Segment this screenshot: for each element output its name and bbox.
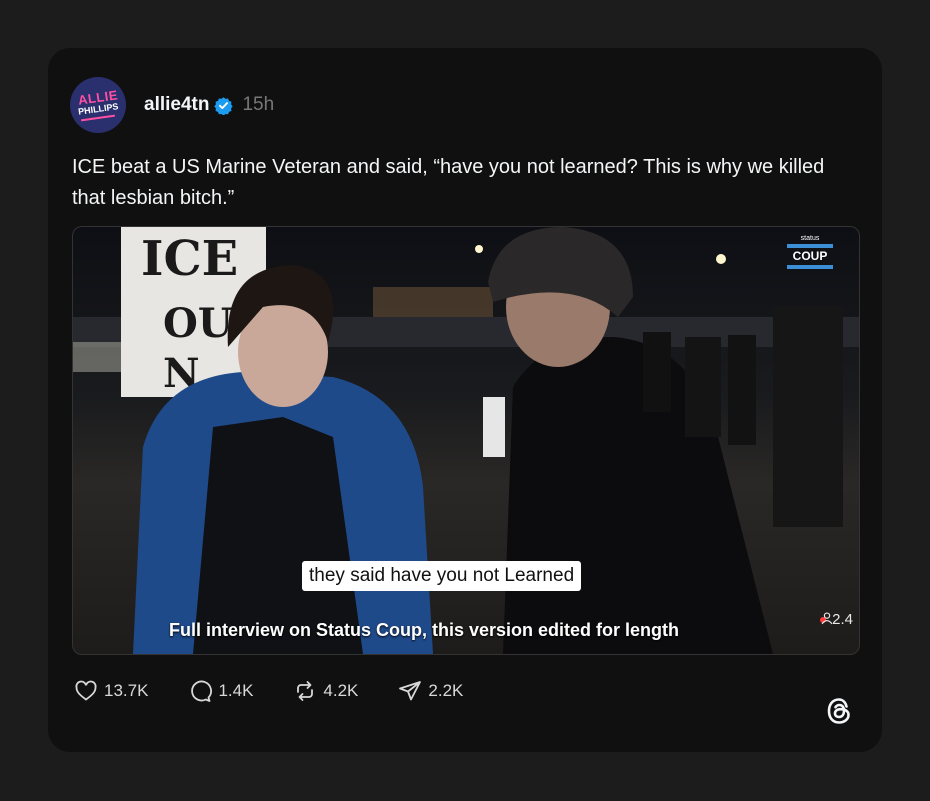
avatar[interactable]: ALLIE PHILLIPS [70, 77, 126, 133]
like-count: 13.7K [104, 681, 149, 700]
username-link[interactable]: allie4tn [144, 94, 209, 116]
street-light [475, 245, 483, 253]
post-header: ALLIE PHILLIPS allie4tn 15h [70, 76, 274, 134]
share-button[interactable]: 2.2K [398, 679, 463, 703]
video-player[interactable]: ICE OU N status COUP they said have you … [72, 226, 860, 655]
video-subtitle: Full interview on Status Coup, this vers… [169, 620, 680, 640]
svg-text:OU: OU [163, 300, 233, 347]
status-coup-logo: status COUP [787, 235, 833, 271]
send-icon [399, 681, 422, 701]
viewer-count-value: 2.4 [832, 611, 853, 628]
verified-badge-icon [214, 96, 234, 115]
like-button[interactable]: 13.7K [74, 679, 148, 703]
building-lights [373, 287, 493, 317]
heart-icon [75, 680, 97, 701]
post-card: ALLIE PHILLIPS allie4tn 15h ICE beat a U… [48, 48, 882, 752]
post-timestamp: 15h [242, 94, 275, 115]
comment-count: 1.4K [218, 681, 254, 700]
share-count: 2.2K [428, 681, 464, 700]
viewer-count: 2.4 [820, 611, 853, 628]
repost-button[interactable]: 4.2K [293, 679, 358, 703]
threads-icon [827, 698, 850, 724]
repost-count: 4.2K [323, 681, 359, 700]
repost-icon [297, 681, 314, 701]
action-bar: 13.7K 1.4K 4.2K 2.2K [74, 678, 503, 704]
street-light [716, 254, 726, 264]
threads-logo-icon[interactable] [822, 694, 856, 733]
comment-button[interactable]: 1.4K [188, 679, 253, 703]
video-caption: they said have you not Learned [302, 561, 582, 591]
svg-text:ICE: ICE [141, 231, 238, 287]
comment-icon [191, 680, 213, 702]
person-icon [821, 612, 833, 625]
post-text: ICE beat a US Marine Veteran and said, “… [72, 156, 825, 209]
